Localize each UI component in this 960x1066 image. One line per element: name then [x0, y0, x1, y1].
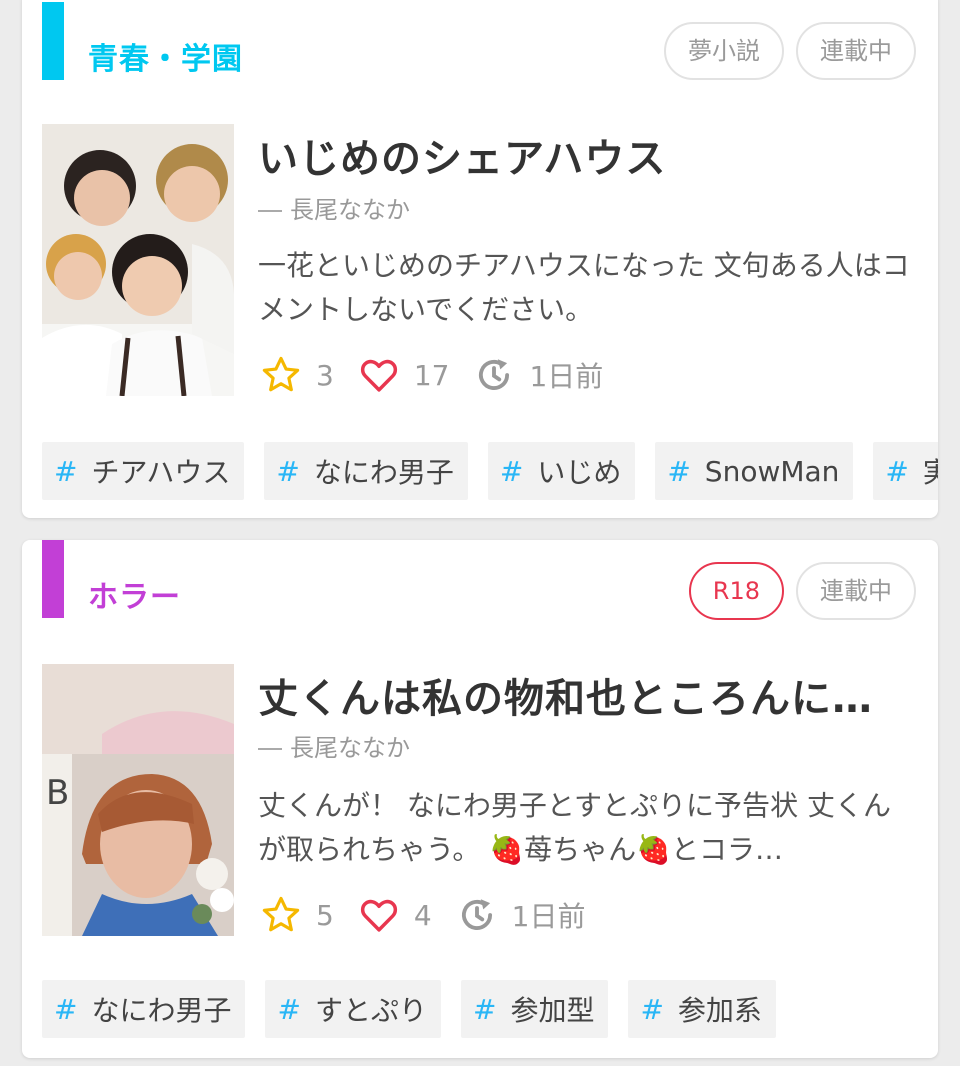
hash-icon: #	[277, 992, 301, 1026]
tag-label: すとぷり	[314, 994, 427, 1027]
genre-label[interactable]: 青春・学園	[88, 34, 243, 78]
story-title[interactable]: いじめのシェアハウス	[258, 126, 908, 184]
hash-icon: #	[472, 992, 497, 1026]
history-clock-icon	[479, 359, 510, 390]
cover-image[interactable]	[42, 124, 234, 396]
tag-label: なにわ男子	[91, 994, 232, 1027]
badge-group: 夢小説 連載中	[664, 22, 916, 80]
star-count: 3	[316, 358, 334, 392]
tag-chip[interactable]: # すとぷり	[265, 980, 441, 1038]
star-stat: 3	[260, 354, 334, 396]
tag-chip[interactable]: # SnowMan	[655, 442, 854, 500]
tag-chip[interactable]: # 参加型	[460, 980, 609, 1038]
tag-chip[interactable]: # チアハウス	[42, 442, 245, 500]
updated-stat: 1日前	[456, 894, 586, 936]
updated-time: 1日前	[511, 900, 586, 933]
cover-photo-illustration: B	[42, 664, 234, 936]
story-description: 一花といじめのチアハウスになった 文句ある人はコメントしないでください。	[258, 249, 910, 326]
cover-image[interactable]: B	[42, 664, 234, 936]
author-label: 長尾ななか	[290, 734, 410, 762]
author-name[interactable]: 長尾ななか	[258, 190, 410, 225]
star-count: 5	[316, 898, 334, 932]
tag-chip[interactable]: # なにわ男子	[264, 442, 468, 500]
story-card[interactable]: ホラー R18 連載中 B 丈くんは私の物和也ところんに… 長尾ななか 丈くんが…	[22, 540, 938, 1058]
hash-icon: #	[885, 454, 909, 488]
badge-yume: 夢小説	[664, 22, 784, 80]
cover-photo-illustration	[42, 124, 234, 396]
like-count: 17	[413, 358, 450, 392]
tag-label: 参加型	[510, 994, 595, 1027]
like-stat: 4	[358, 894, 432, 936]
like-stat: 17	[358, 354, 450, 396]
story-title[interactable]: 丈くんは私の物和也ところんに…	[258, 666, 908, 724]
genre-color-bar	[42, 540, 64, 618]
tag-chip[interactable]: # 実	[873, 442, 938, 500]
tag-chip[interactable]: # なにわ男子	[42, 980, 246, 1038]
updated-time: 1日前	[529, 360, 604, 393]
tag-chip[interactable]: # いじめ	[487, 442, 636, 500]
tag-label: 参加系	[677, 994, 762, 1027]
hash-icon: #	[499, 454, 524, 488]
hash-icon: #	[667, 454, 691, 488]
heart-icon	[360, 359, 397, 392]
story-stats: 5 4 1日前	[260, 894, 609, 936]
like-count: 4	[413, 898, 432, 932]
genre-label[interactable]: ホラー	[88, 572, 181, 616]
tag-list: # チアハウス # なにわ男子 # いじめ # SnowMan # 実	[42, 442, 938, 500]
badge-status: 連載中	[796, 562, 916, 620]
story-list: 青春・学園 夢小説 連載中 いじめのシェアハウス 長尾ななか 一花といじめのチア…	[0, 0, 960, 1066]
author-dash	[258, 210, 282, 212]
badge-r18: R18	[688, 562, 784, 620]
tag-label: なにわ男子	[313, 456, 454, 489]
story-stats: 3 17 1日前	[260, 354, 627, 396]
tag-label: SnowMan	[704, 454, 840, 488]
history-clock-icon	[461, 899, 492, 930]
badge-status: 連載中	[796, 22, 916, 80]
heart-icon	[360, 899, 397, 932]
author-label: 長尾ななか	[290, 196, 410, 224]
tag-label: いじめ	[537, 456, 622, 489]
author-dash	[258, 748, 282, 750]
hash-icon: #	[640, 992, 664, 1026]
updated-stat: 1日前	[473, 354, 603, 396]
star-icon	[262, 896, 300, 932]
tag-label: チアハウス	[91, 456, 231, 489]
hash-icon: #	[54, 454, 78, 488]
tag-list: # なにわ男子 # すとぷり # 参加型 # 参加系	[42, 980, 776, 1038]
svg-text:B: B	[46, 773, 69, 813]
genre-color-bar	[42, 2, 64, 80]
story-description: 丈くんが！ なにわ男子とすとぷりに予告状 丈くんが取られちゃう。 🍓苺ちゃん🍓と…	[258, 789, 891, 866]
badge-group: R18 連載中	[688, 562, 916, 620]
hash-icon: #	[276, 454, 300, 488]
star-stat: 5	[260, 894, 334, 936]
tag-label: 実	[922, 456, 938, 489]
author-name[interactable]: 長尾ななか	[258, 728, 410, 763]
story-card[interactable]: 青春・学園 夢小説 連載中 いじめのシェアハウス 長尾ななか 一花といじめのチア…	[22, 0, 938, 518]
tag-chip[interactable]: # 参加系	[628, 980, 776, 1038]
star-icon	[262, 356, 300, 392]
hash-icon: #	[54, 992, 78, 1026]
